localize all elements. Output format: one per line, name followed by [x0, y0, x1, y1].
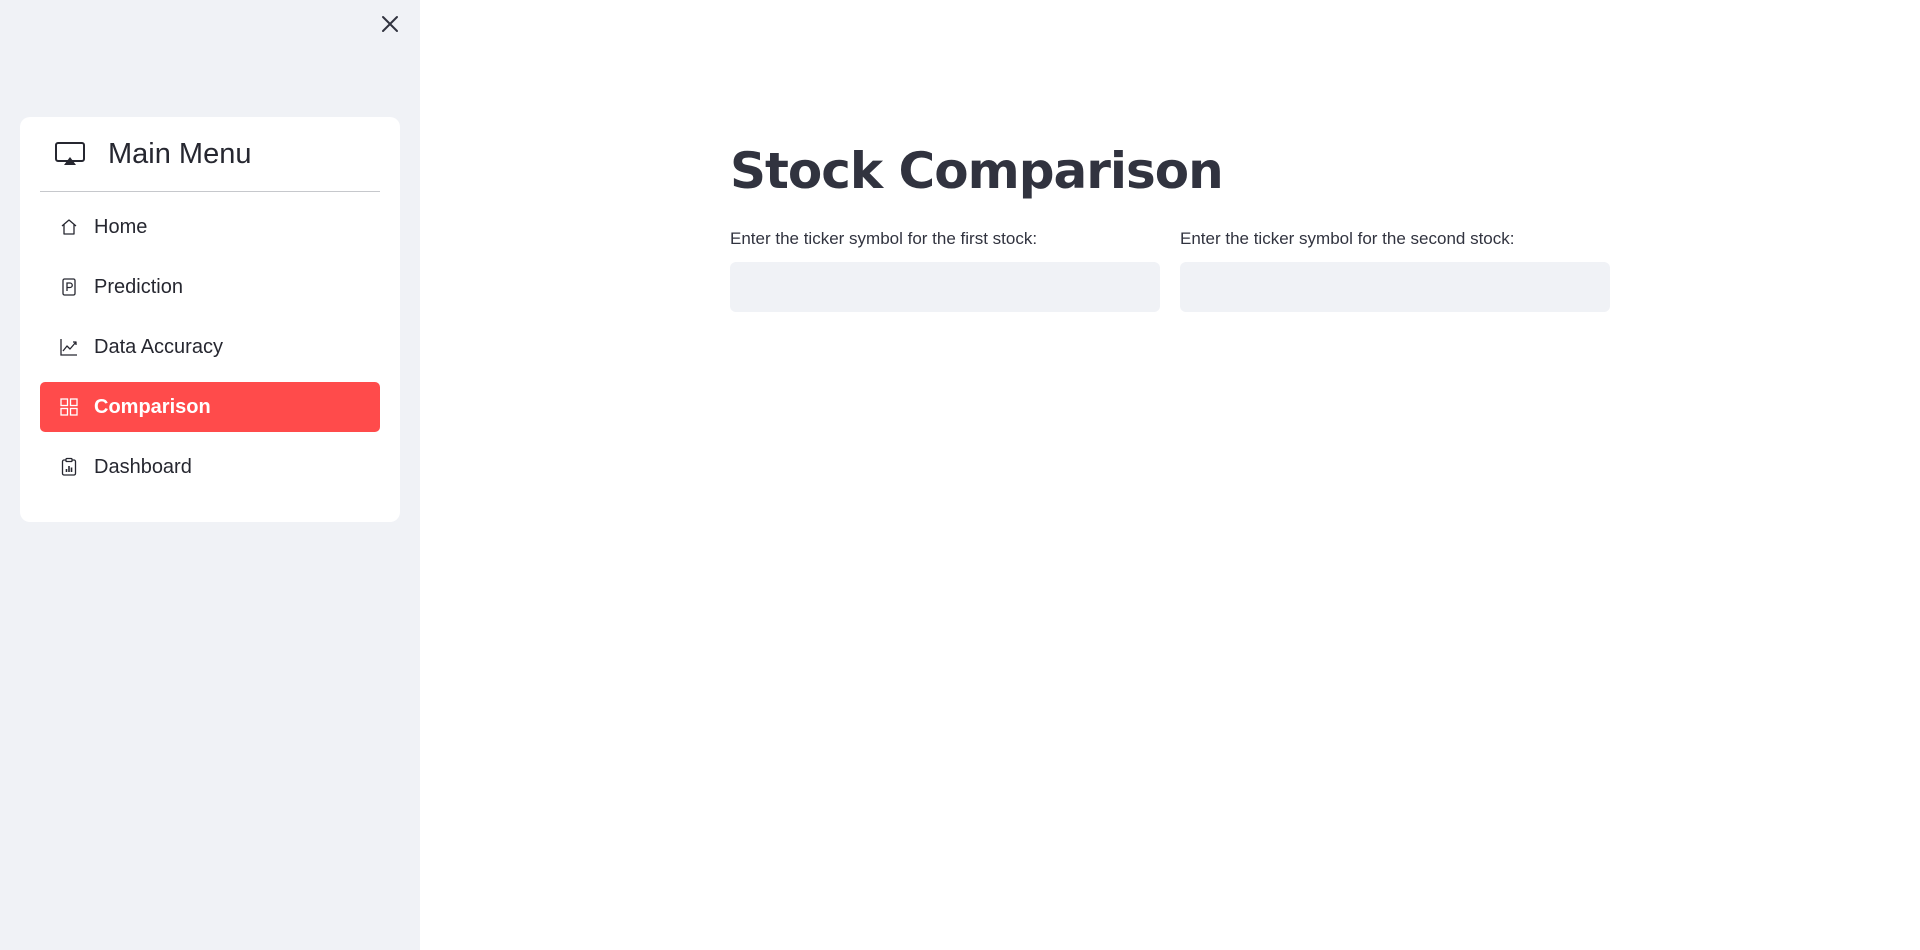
menu-item-prediction[interactable]: Prediction [40, 262, 380, 312]
menu-item-dashboard[interactable]: Dashboard [40, 442, 380, 492]
menu-item-comparison[interactable]: Comparison [40, 382, 380, 432]
main-menu: Main Menu Home Prediction Data Accuracy [20, 117, 400, 522]
sidebar: Main Menu Home Prediction Data Accuracy [0, 0, 420, 950]
second-stock-label: Enter the ticker symbol for the second s… [1180, 229, 1515, 248]
menu-item-label: Prediction [94, 275, 183, 298]
graph-up-icon [58, 336, 80, 358]
menu-title: Main Menu [108, 137, 252, 170]
grid-icon [58, 396, 80, 418]
clipboard-data-icon [58, 456, 80, 478]
second-stock-field: Enter the ticker symbol for the second s… [1180, 226, 1610, 312]
close-icon [381, 15, 399, 38]
menu-item-label: Comparison [94, 395, 211, 418]
p-square-icon [58, 276, 80, 298]
airplay-icon [54, 138, 86, 170]
first-stock-field: Enter the ticker symbol for the first st… [730, 226, 1160, 312]
menu-item-home[interactable]: Home [40, 202, 380, 252]
page-title: Stock Comparison [730, 142, 1224, 200]
first-stock-label: Enter the ticker symbol for the first st… [730, 229, 1038, 248]
menu-item-label: Data Accuracy [94, 335, 223, 358]
menu-item-label: Dashboard [94, 455, 192, 478]
menu-header: Main Menu [40, 117, 380, 192]
menu-item-label: Home [94, 215, 148, 238]
close-sidebar-button[interactable] [378, 14, 402, 38]
second-stock-input[interactable] [1180, 262, 1610, 312]
first-stock-input[interactable] [730, 262, 1160, 312]
menu-item-data-accuracy[interactable]: Data Accuracy [40, 322, 380, 372]
menu-items: Home Prediction Data Accuracy Comparison… [40, 192, 380, 492]
house-icon [58, 216, 80, 238]
